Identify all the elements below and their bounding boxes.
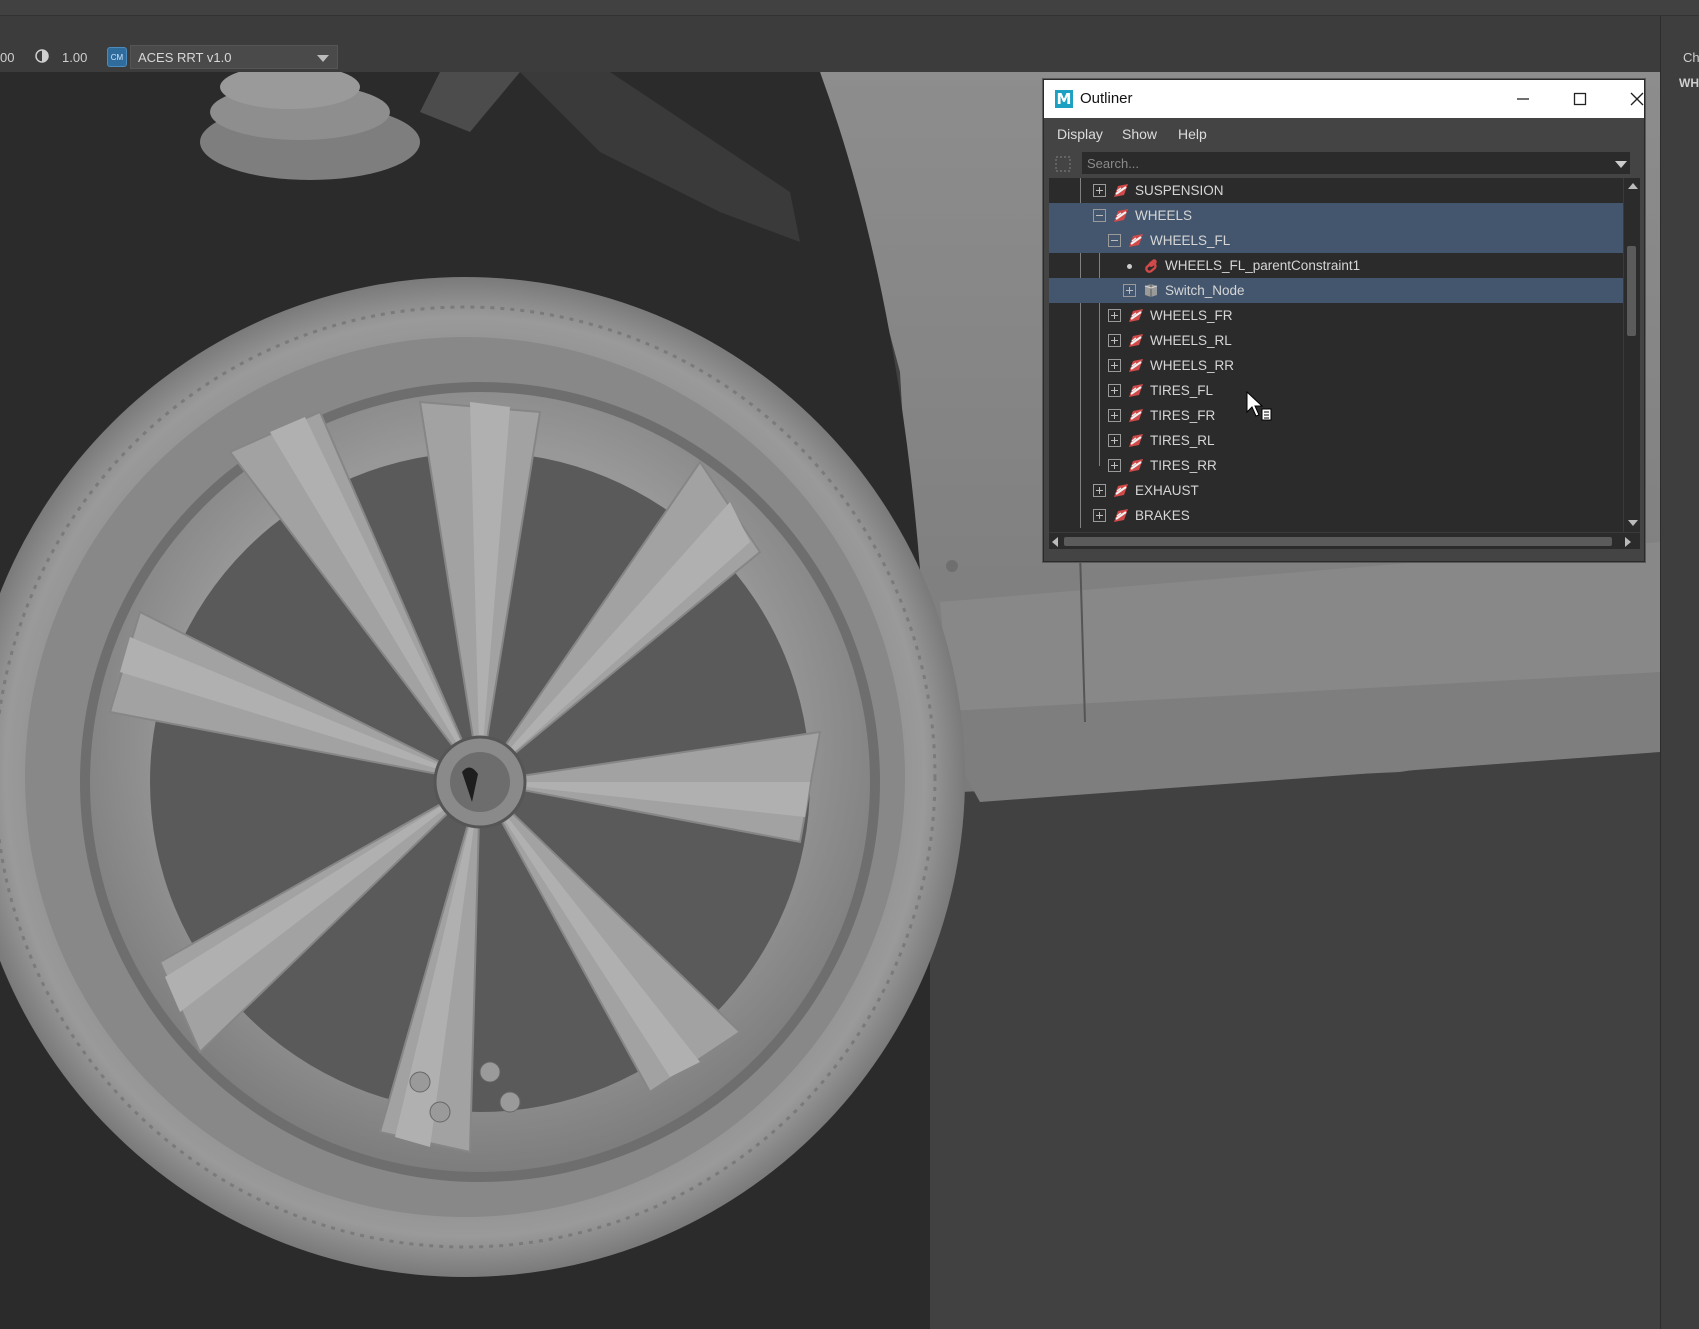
exposure-value-field[interactable]: 1.00 — [62, 50, 87, 65]
collapse-icon[interactable] — [1108, 234, 1121, 247]
tree-row[interactable]: WHEELS — [1049, 203, 1623, 228]
minimize-icon — [1517, 98, 1529, 100]
maximize-icon — [1573, 92, 1587, 106]
transform-icon — [1129, 234, 1143, 247]
tree-row[interactable]: TIRES_FR — [1049, 403, 1623, 428]
tree-row[interactable]: WHEELS_FL — [1049, 228, 1623, 253]
collapse-icon[interactable] — [1093, 209, 1106, 222]
tree-row[interactable]: WHEELS_RL — [1049, 328, 1623, 353]
gamma-value-field[interactable]: 00 — [0, 50, 14, 65]
transform-icon — [1114, 509, 1128, 522]
expand-icon[interactable] — [1108, 384, 1121, 397]
transform-icon — [1114, 209, 1128, 222]
scroll-up-icon[interactable] — [1628, 183, 1638, 189]
expand-icon[interactable] — [1108, 409, 1121, 422]
tree-row[interactable]: TIRES_RL — [1049, 428, 1623, 453]
selected-object-label: WH — [1679, 76, 1699, 90]
chevron-down-icon — [317, 55, 329, 62]
tree-item-label: EXHAUST — [1135, 483, 1199, 498]
search-input[interactable] — [1082, 152, 1630, 174]
expand-icon[interactable] — [1093, 484, 1106, 497]
tree-item-label: WHEELS_FR — [1150, 308, 1233, 323]
switch-node-icon — [1144, 284, 1158, 297]
scroll-left-icon[interactable] — [1052, 537, 1058, 547]
expand-icon[interactable] — [1093, 184, 1106, 197]
window-title: Outliner — [1080, 90, 1133, 107]
outliner-menubar: Display Show Help — [1044, 118, 1644, 148]
exposure-icon[interactable] — [34, 48, 50, 64]
transform-icon — [1129, 434, 1143, 447]
menu-help[interactable]: Help — [1178, 126, 1207, 142]
tree-item-label: WHEELS — [1135, 208, 1193, 223]
tree-item-label: TIRES_FR — [1150, 408, 1216, 423]
scroll-down-icon[interactable] — [1628, 520, 1638, 526]
transform-icon — [1129, 309, 1143, 322]
chevron-down-icon[interactable] — [1615, 161, 1627, 168]
scrollbar-thumb[interactable] — [1064, 537, 1612, 546]
transform-icon — [1129, 409, 1143, 422]
constraint-icon — [1145, 259, 1157, 273]
tree-item-label: WHEELS_FL — [1150, 233, 1231, 248]
expand-icon[interactable] — [1093, 509, 1106, 522]
horizontal-scrollbar[interactable] — [1049, 532, 1640, 549]
menu-display[interactable]: Display — [1057, 126, 1103, 142]
transform-icon — [1129, 334, 1143, 347]
view-transform-dropdown[interactable]: ACES RRT v1.0 — [130, 45, 338, 69]
tree-row[interactable]: BRAKES — [1049, 503, 1623, 528]
filter-icon[interactable] — [1054, 155, 1072, 173]
expand-icon[interactable] — [1108, 459, 1121, 472]
expand-icon[interactable] — [1108, 434, 1121, 447]
outliner-tree[interactable]: SUSPENSION WHEELS WHEELS_FL WHEELS_FL_paren… — [1049, 178, 1623, 532]
maximize-button[interactable] — [1560, 85, 1600, 113]
leaf-bullet-icon — [1127, 264, 1132, 269]
transform-icon — [1129, 459, 1143, 472]
tree-item-label: TIRES_RL — [1150, 433, 1215, 448]
tree-row[interactable]: TIRES_RR — [1049, 453, 1623, 478]
tree-item-label: Switch_Node — [1165, 283, 1245, 298]
tree-row[interactable]: WHEELS_RR — [1049, 353, 1623, 378]
tree-row[interactable]: TIRES_FL — [1049, 378, 1623, 403]
transform-icon — [1114, 184, 1128, 197]
tree-item-label: BRAKES — [1135, 508, 1190, 523]
expand-icon[interactable] — [1108, 309, 1121, 322]
viewport-toolbar: 00 1.00 CM ACES RRT v1.0 — [0, 44, 345, 70]
close-button[interactable] — [1617, 85, 1657, 113]
cm-badge-icon[interactable]: CM — [107, 47, 127, 67]
search-row — [1044, 148, 1644, 178]
maya-logo-icon: M — [1055, 90, 1073, 108]
expand-icon[interactable] — [1108, 359, 1121, 372]
tree-row[interactable]: Switch_Node — [1049, 278, 1623, 303]
tree-item-label: TIRES_RR — [1150, 458, 1217, 473]
view-transform-label: ACES RRT v1.0 — [138, 50, 232, 65]
expand-icon[interactable] — [1108, 334, 1121, 347]
scroll-right-icon[interactable] — [1625, 537, 1631, 547]
menu-show[interactable]: Show — [1122, 126, 1157, 142]
transform-icon — [1129, 384, 1143, 397]
expand-icon[interactable] — [1123, 284, 1136, 297]
tree-row[interactable]: WHEELS_FL_parentConstraint1 — [1049, 253, 1623, 278]
transform-icon — [1129, 359, 1143, 372]
outliner-window[interactable]: M Outliner Display Show Help SUSPENSION W… — [1043, 79, 1645, 562]
attribute-editor-edge: Ch WH — [1660, 16, 1699, 1329]
channel-box-label[interactable]: Ch — [1683, 50, 1699, 65]
vertical-scrollbar[interactable] — [1623, 178, 1640, 532]
transform-icon — [1114, 484, 1128, 497]
tree-row[interactable]: WHEELS_FR — [1049, 303, 1623, 328]
outliner-titlebar[interactable]: M Outliner — [1044, 80, 1644, 118]
top-window-strip — [0, 0, 1699, 16]
tree-row[interactable]: SUSPENSION — [1049, 178, 1623, 203]
close-icon — [1630, 92, 1644, 106]
minimize-button[interactable] — [1503, 85, 1543, 113]
tree-item-label: TIRES_FL — [1150, 383, 1214, 398]
tree-item-label: WHEELS_RL — [1150, 333, 1232, 348]
tree-item-label: WHEELS_RR — [1150, 358, 1235, 373]
tree-item-label: WHEELS_FL_parentConstraint1 — [1165, 258, 1361, 273]
scrollbar-thumb[interactable] — [1627, 246, 1636, 336]
tree-item-label: SUSPENSION — [1135, 183, 1224, 198]
tree-row[interactable]: EXHAUST — [1049, 478, 1623, 503]
